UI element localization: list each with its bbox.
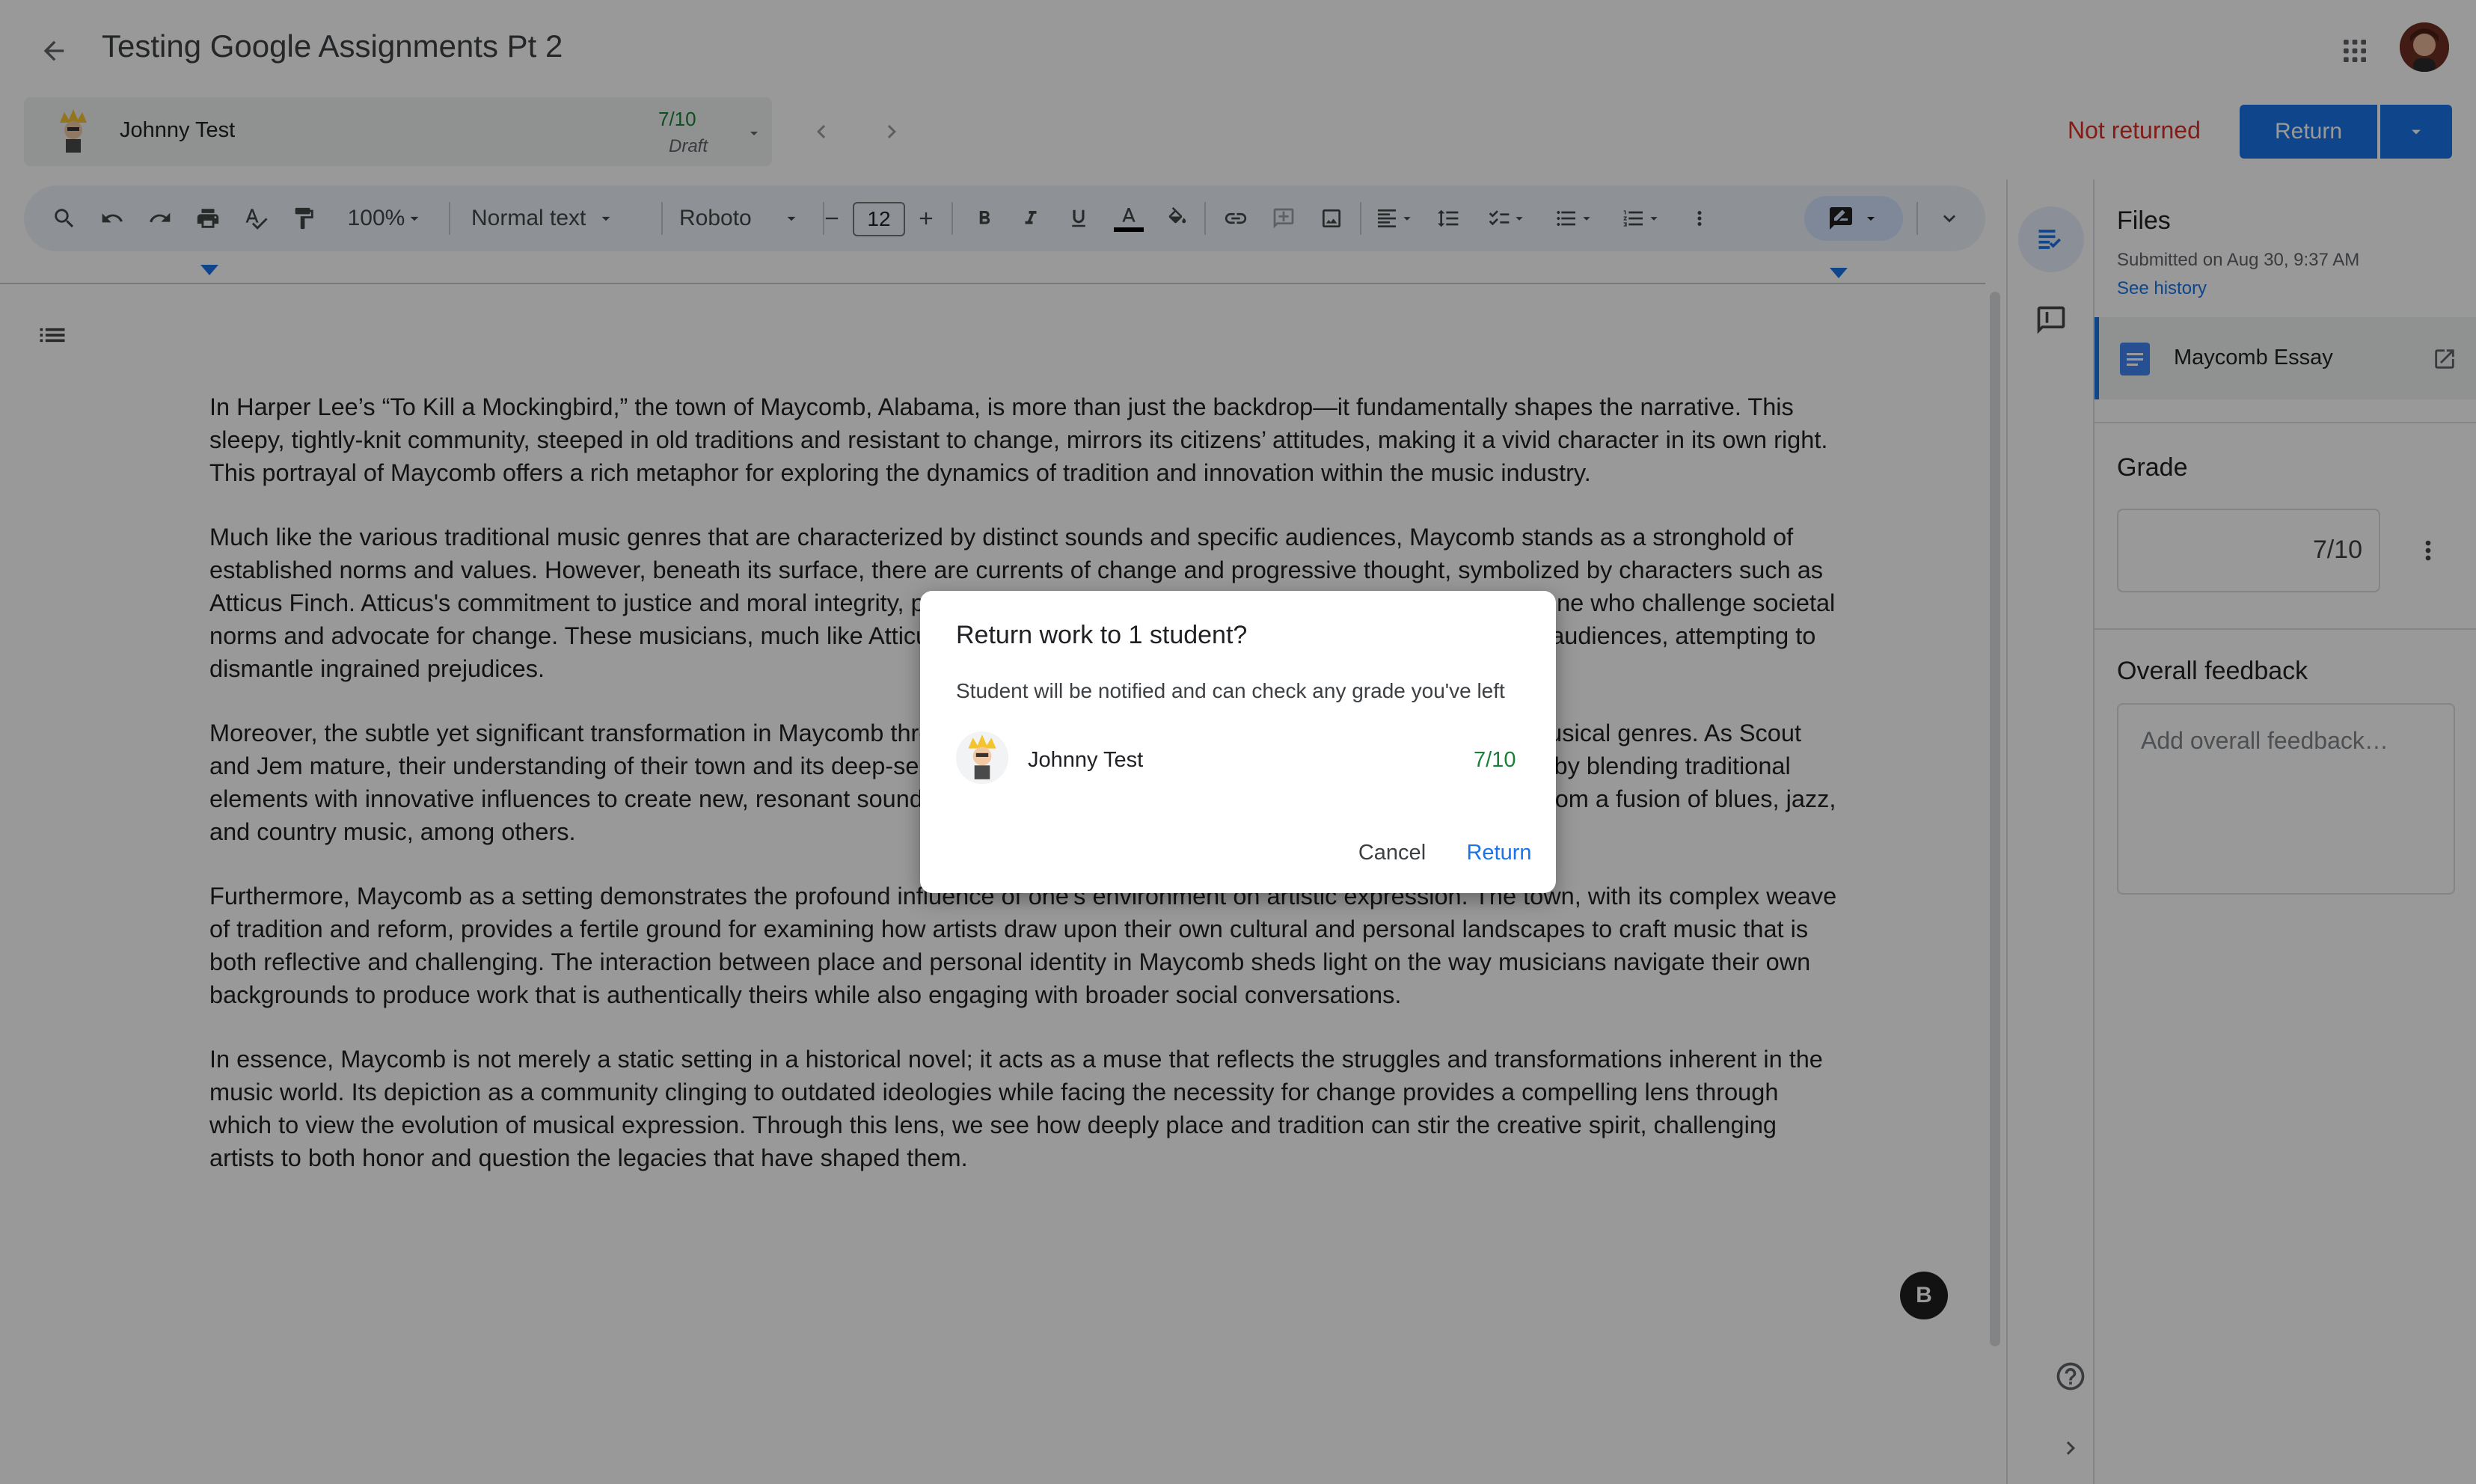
confirm-return-button[interactable]: Return xyxy=(1453,832,1545,874)
dialog-description: Student will be notified and can check a… xyxy=(956,679,1505,702)
cancel-button[interactable]: Cancel xyxy=(1348,832,1436,874)
dialog-title: Return work to 1 student? xyxy=(956,621,1248,649)
dialog-student-name: Johnny Test xyxy=(1028,748,1144,772)
return-dialog: Return work to 1 student? Student will b… xyxy=(920,591,1556,893)
student-avatar xyxy=(956,732,1008,784)
dialog-student-score: 7/10 xyxy=(1474,748,1516,772)
student-avatar-icon xyxy=(956,732,1008,784)
